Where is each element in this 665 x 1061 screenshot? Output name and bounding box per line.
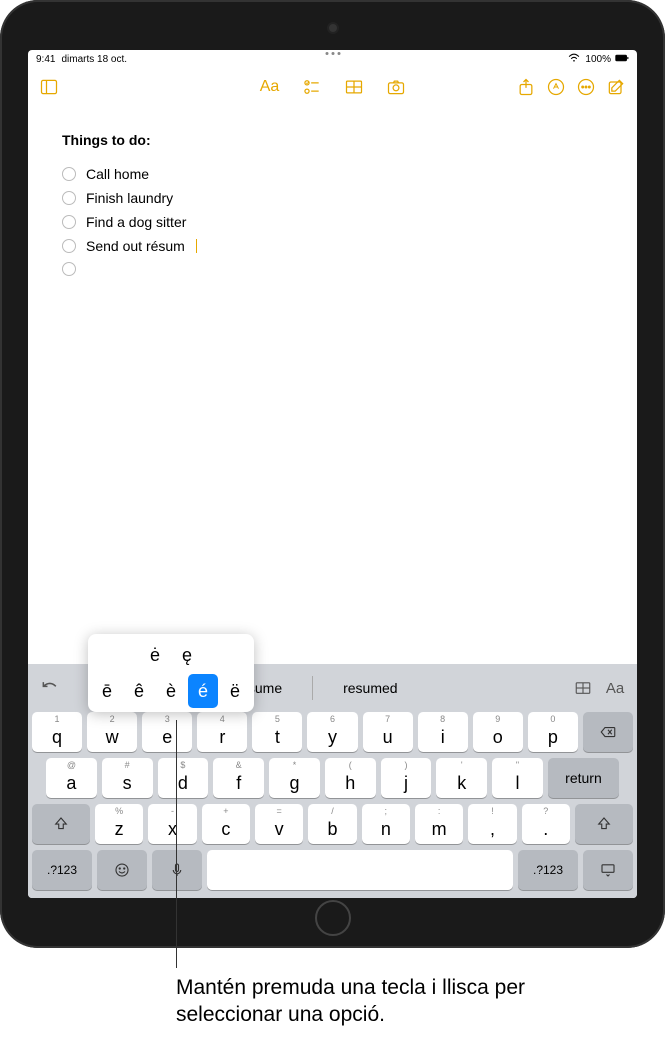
checklist-item[interactable]: Find a dog sitter xyxy=(62,214,603,230)
status-time: 9:41 xyxy=(36,54,55,65)
key-punct[interactable]: ?. xyxy=(522,804,570,844)
multitask-indicator[interactable] xyxy=(325,52,340,55)
key-s[interactable]: #s xyxy=(102,758,153,798)
checklist-item[interactable]: Call home xyxy=(62,166,603,182)
wifi-icon xyxy=(567,53,581,66)
key-t[interactable]: 5t xyxy=(252,712,302,752)
compose-icon[interactable] xyxy=(605,76,627,98)
accent-option[interactable]: é xyxy=(188,674,218,708)
key-punct[interactable]: !, xyxy=(468,804,516,844)
battery-percent: 100% xyxy=(585,54,611,65)
key-j[interactable]: )j xyxy=(381,758,432,798)
accent-option[interactable]: è xyxy=(156,674,186,708)
table-shortcut-icon[interactable] xyxy=(571,676,595,700)
key-z[interactable]: %z xyxy=(95,804,143,844)
status-date: dimarts 18 oct. xyxy=(61,54,127,65)
checklist-item-text: Finish laundry xyxy=(86,190,173,206)
key-b[interactable]: /b xyxy=(308,804,356,844)
sidebar-toggle-icon[interactable] xyxy=(38,76,60,98)
undo-icon[interactable] xyxy=(38,676,62,700)
key-p[interactable]: 0p xyxy=(528,712,578,752)
backspace-key[interactable] xyxy=(583,712,633,752)
check-circle-icon[interactable] xyxy=(62,239,76,253)
key-f[interactable]: &f xyxy=(213,758,264,798)
numeric-key[interactable]: .?123 xyxy=(32,850,92,890)
numeric-key[interactable]: .?123 xyxy=(518,850,578,890)
key-w[interactable]: 2w xyxy=(87,712,137,752)
front-camera xyxy=(329,24,337,32)
check-circle-icon[interactable] xyxy=(62,262,76,276)
share-icon[interactable] xyxy=(515,76,537,98)
key-i[interactable]: 8i xyxy=(418,712,468,752)
checklist-item[interactable]: Finish laundry xyxy=(62,190,603,206)
camera-icon[interactable] xyxy=(385,76,407,98)
key-g[interactable]: *g xyxy=(269,758,320,798)
hide-keyboard-key[interactable] xyxy=(583,850,633,890)
key-y[interactable]: 6y xyxy=(307,712,357,752)
more-icon[interactable] xyxy=(575,76,597,98)
battery-icon xyxy=(615,53,629,66)
screen: 9:41 dimarts 18 oct. 100% Aa xyxy=(28,50,637,898)
callout-caption: Mantén premuda una tecla i llisca per se… xyxy=(176,974,606,1029)
accent-option[interactable]: ė xyxy=(140,638,170,672)
checklist-item-text: Send out résum xyxy=(86,238,185,254)
shift-key[interactable] xyxy=(575,804,633,844)
table-icon[interactable] xyxy=(343,76,365,98)
key-a[interactable]: @a xyxy=(46,758,97,798)
format-shortcut-icon[interactable]: Aa xyxy=(603,676,627,700)
key-d[interactable]: $d xyxy=(158,758,209,798)
note-title: Things to do: xyxy=(62,132,603,148)
key-n[interactable]: ;n xyxy=(362,804,410,844)
return-key[interactable]: return xyxy=(548,758,619,798)
key-l[interactable]: "l xyxy=(492,758,543,798)
suggestion-2[interactable]: resumed xyxy=(313,676,427,700)
home-button[interactable] xyxy=(315,900,351,936)
key-q[interactable]: 1q xyxy=(32,712,82,752)
accent-option[interactable]: ē xyxy=(92,674,122,708)
accent-option[interactable]: ę xyxy=(172,638,202,672)
key-m[interactable]: :m xyxy=(415,804,463,844)
accent-option[interactable]: ê xyxy=(124,674,154,708)
checklist-item[interactable] xyxy=(62,262,603,276)
space-key[interactable] xyxy=(207,850,513,890)
check-circle-icon[interactable] xyxy=(62,215,76,229)
checklist-item[interactable]: Send out résum xyxy=(62,238,603,254)
key-e[interactable]: 3e xyxy=(142,712,192,752)
check-circle-icon[interactable] xyxy=(62,191,76,205)
key-u[interactable]: 7u xyxy=(363,712,413,752)
key-h[interactable]: (h xyxy=(325,758,376,798)
format-icon[interactable]: Aa xyxy=(259,76,281,98)
key-o[interactable]: 9o xyxy=(473,712,523,752)
checklist-item-text: Find a dog sitter xyxy=(86,214,186,230)
accent-option[interactable]: ë xyxy=(220,674,250,708)
callout-leader-line xyxy=(176,720,177,968)
key-v[interactable]: =v xyxy=(255,804,303,844)
note-body[interactable]: Things to do: Call home Finish laundry Fin… xyxy=(28,106,637,664)
checklist-icon[interactable] xyxy=(301,76,323,98)
text-cursor xyxy=(196,239,198,253)
accent-character-popup[interactable]: ėę ēêèéë xyxy=(88,634,254,712)
check-circle-icon[interactable] xyxy=(62,167,76,181)
ipad-device-frame: 9:41 dimarts 18 oct. 100% Aa xyxy=(0,0,665,948)
key-r[interactable]: 4r xyxy=(197,712,247,752)
dictation-key[interactable] xyxy=(152,850,202,890)
key-c[interactable]: +c xyxy=(202,804,250,844)
shift-key[interactable] xyxy=(32,804,90,844)
emoji-key[interactable] xyxy=(97,850,147,890)
key-k[interactable]: 'k xyxy=(436,758,487,798)
notes-toolbar: Aa xyxy=(28,68,637,106)
key-x[interactable]: -x xyxy=(148,804,196,844)
checklist-item-text: Call home xyxy=(86,166,149,182)
markup-icon[interactable] xyxy=(545,76,567,98)
